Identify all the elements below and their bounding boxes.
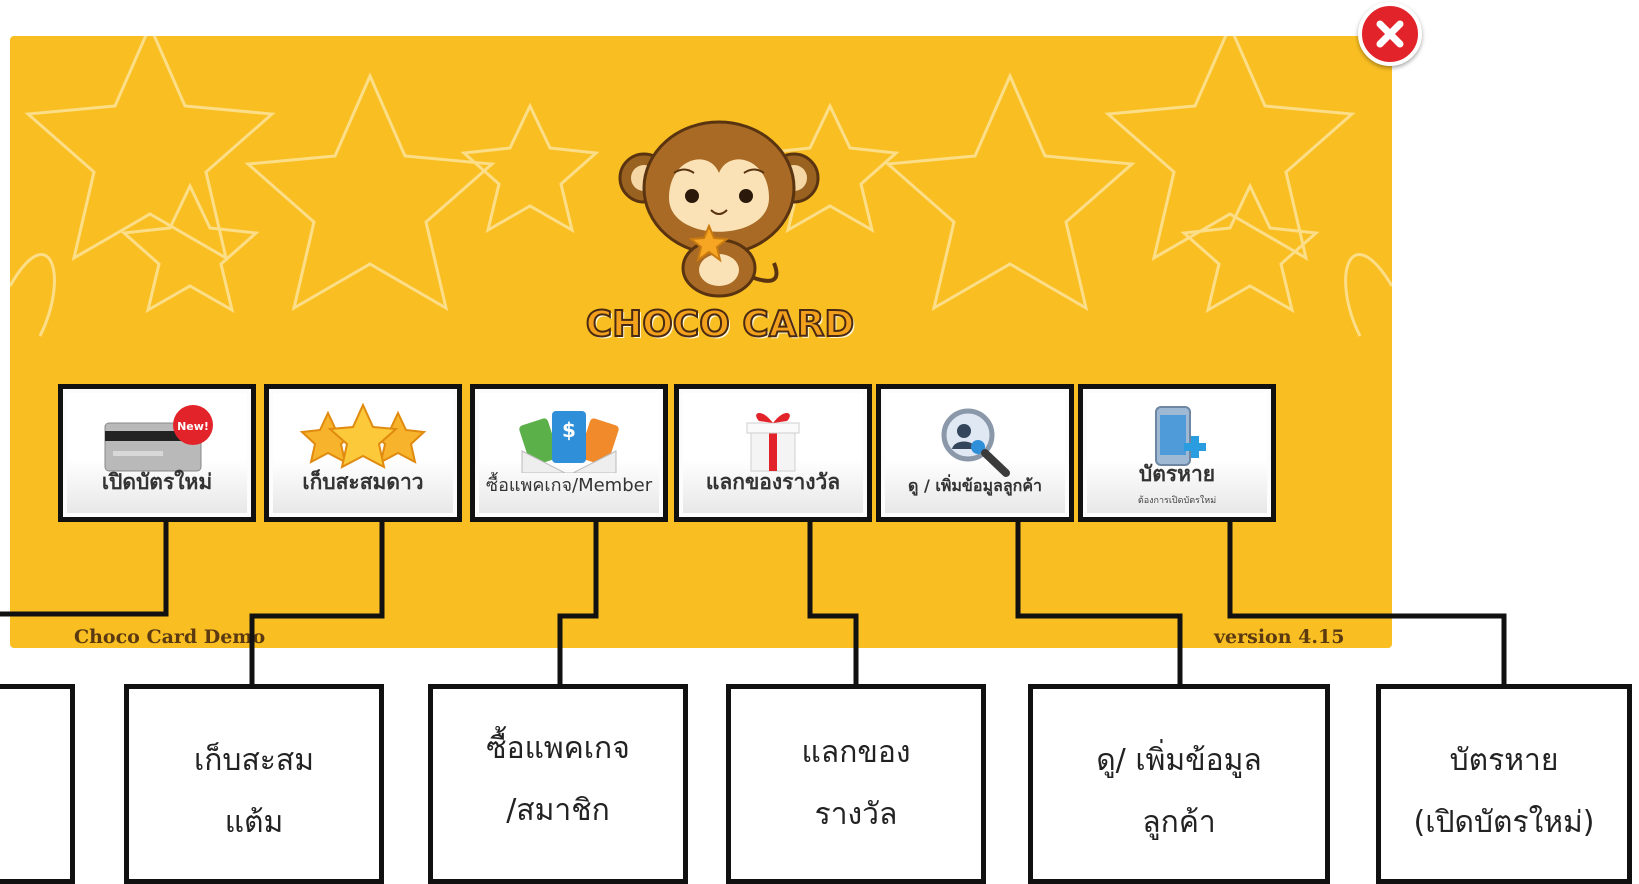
callout-line1: แลกของ	[801, 735, 911, 770]
callout-line2: /สมาชิก	[506, 793, 610, 828]
callout-collect-points: เก็บสะสม แต้ม	[124, 684, 384, 884]
callout-buy-package: ซื้อแพคเกจ /สมาชิก	[428, 684, 688, 884]
callout-redeem-reward: แลกของ รางวัล	[726, 684, 986, 884]
callout-line1: ดู/ เพิ่มข้อมูล	[1096, 743, 1262, 778]
callout-line2: ลูกค้า	[1142, 805, 1216, 840]
callout-line2: รางวัล	[814, 797, 898, 832]
callout-line1: บัตรหาย	[1449, 743, 1559, 778]
callout-view-add-customer: ดู/ เพิ่มข้อมูล ลูกค้า	[1028, 684, 1330, 884]
callout-line2: (เปิดบัตรใหม่)	[1413, 805, 1595, 840]
callout-line1: ซื้อแพคเกจ	[486, 731, 630, 766]
callout-line2: แต้ม	[224, 805, 284, 840]
callout-line1: เก็บสะสม	[194, 743, 314, 778]
callout-open-new-card	[0, 684, 75, 884]
callout-lost-card: บัตรหาย (เปิดบัตรใหม่)	[1376, 684, 1632, 884]
